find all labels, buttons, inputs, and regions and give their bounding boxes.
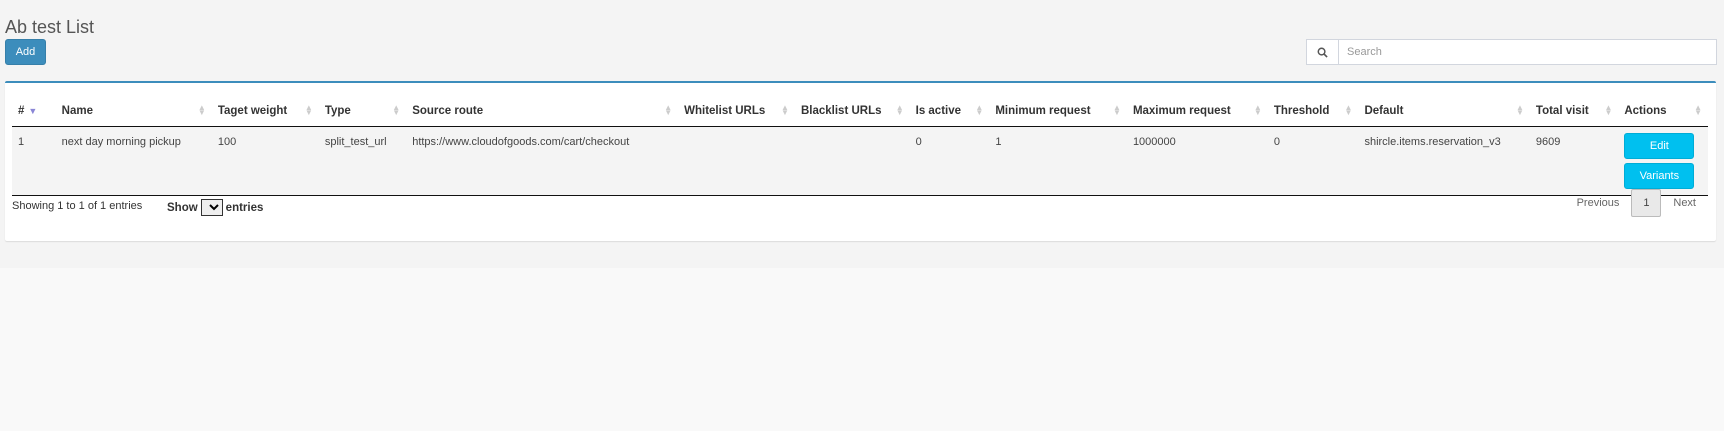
cell-id: 1	[12, 126, 56, 196]
column-header-label: Taget weight	[217, 104, 288, 117]
show-label: Show	[167, 201, 198, 214]
sort-icon: ▲ ▼	[1113, 103, 1121, 117]
search-input[interactable]	[1338, 39, 1717, 65]
column-header-threshold[interactable]: Threshold ▲ ▼	[1267, 95, 1359, 127]
cell-source-route: https://www.cloudofgoods.com/cart/checko…	[406, 126, 679, 196]
cell-maximum-request: 1000000	[1126, 126, 1268, 196]
sort-icon: ▲ ▼	[392, 103, 401, 117]
page-length-control: Show 10 entries	[167, 199, 263, 216]
search-group	[1306, 39, 1717, 65]
ab-test-table: # ▼ Name ▲ ▼ Taget weight ▲ ▼ Type ▲ ▼ Source r…	[12, 95, 1708, 196]
column-header-is-active[interactable]: Is active ▲ ▼	[909, 95, 990, 127]
column-header-name[interactable]: Name ▲ ▼	[55, 95, 212, 127]
page-title: Ab test List	[5, 17, 95, 38]
sort-icon: ▲ ▼	[1344, 103, 1353, 117]
page-size-select[interactable]: 10	[200, 199, 223, 216]
column-header-label: #	[18, 104, 25, 117]
column-header-label: Whitelist URLs	[684, 104, 766, 117]
sort-icon: ▲ ▼	[781, 103, 789, 117]
cell-actions: Edit Variants	[1618, 126, 1708, 196]
sort-icon: ▲ ▼	[664, 103, 673, 117]
column-header-label: Default	[1364, 104, 1404, 117]
column-header-whitelist-urls[interactable]: Whitelist URLs ▲ ▼	[678, 95, 795, 127]
table-header-row: # ▼ Name ▲ ▼ Taget weight ▲ ▼ Type ▲ ▼ Source r…	[12, 95, 1708, 127]
cell-total-visit: 9609	[1529, 126, 1619, 196]
column-header-minimum-request[interactable]: Minimum request ▲ ▼	[989, 95, 1127, 127]
column-header-source-route[interactable]: Source route ▲ ▼	[406, 95, 679, 127]
edit-button[interactable]: Edit	[1624, 133, 1695, 159]
column-header-taget-weight[interactable]: Taget weight ▲ ▼	[211, 95, 319, 127]
column-header-label: Total visit	[1535, 104, 1589, 117]
sort-icon: ▲ ▼	[197, 103, 206, 117]
sort-icon: ▲ ▼	[1604, 103, 1613, 117]
column-header-label: Blacklist URLs	[800, 104, 882, 117]
content-area: Ab test List Add #▼ Name ▲▼ Taget weight ▲…	[0, 0, 1724, 268]
entries-label: entries	[225, 201, 264, 214]
cell-whitelist-urls	[678, 126, 795, 196]
ab-test-table-box: # ▼ Name ▲ ▼ Taget weight ▲ ▼ Type ▲ ▼ Source r…	[5, 81, 1716, 241]
cell-name: next day morning pickup	[55, 126, 212, 196]
cell-taget-weight: 100	[211, 126, 319, 196]
sort-icon: ▲ ▼	[1253, 103, 1262, 117]
column-header-id[interactable]: # ▼	[12, 95, 56, 127]
cell-is-active: 0	[909, 126, 990, 196]
column-header-label: Source route	[412, 104, 484, 117]
cell-minimum-request: 1	[989, 126, 1127, 196]
pagination: Previous 1 Next	[1565, 189, 1708, 217]
sort-icon: ▲ ▼	[975, 103, 984, 117]
column-header-label: Maximum request	[1132, 104, 1231, 117]
column-header-label: Minimum request	[995, 104, 1091, 117]
column-header-label: Threshold	[1273, 104, 1330, 117]
add-button[interactable]: Add	[5, 39, 46, 65]
column-header-label: Type	[324, 104, 351, 117]
table-row: 1 next day morning pickup 100 split_test…	[12, 126, 1708, 196]
column-header-label: Name	[61, 104, 93, 117]
next-page-button[interactable]: Next	[1661, 189, 1708, 217]
variants-button[interactable]: Variants	[1624, 163, 1695, 189]
search-icon	[1306, 39, 1338, 65]
column-header-maximum-request[interactable]: Maximum request ▲ ▼	[1126, 95, 1268, 127]
page-1-button[interactable]: 1	[1631, 189, 1662, 217]
column-header-label: Is active	[915, 104, 962, 117]
column-header-blacklist-urls[interactable]: Blacklist URLs ▲ ▼	[794, 95, 910, 127]
column-header-type[interactable]: Type ▲ ▼	[318, 95, 407, 127]
sort-icon: ▲ ▼	[895, 103, 904, 117]
table-info: Showing 1 to 1 of 1 entries	[12, 200, 143, 212]
cell-default: shircle.items.reservation_v3	[1358, 126, 1530, 196]
column-header-default[interactable]: Default ▲ ▼	[1358, 95, 1530, 127]
cell-threshold: 0	[1267, 126, 1359, 196]
sort-desc-icon: ▼	[28, 105, 38, 116]
sort-icon: ▲ ▼	[1515, 103, 1524, 117]
sort-icon: ▲ ▼	[304, 103, 313, 117]
previous-page-button[interactable]: Previous	[1565, 189, 1632, 217]
cell-type: split_test_url	[318, 126, 407, 196]
sort-icon: ▲ ▼	[1694, 103, 1702, 117]
column-header-total-visit[interactable]: Total visit ▲ ▼	[1529, 95, 1619, 127]
cell-blacklist-urls	[794, 126, 910, 196]
column-header-actions[interactable]: Actions ▲ ▼	[1618, 95, 1708, 127]
column-header-label: Actions	[1624, 104, 1667, 117]
